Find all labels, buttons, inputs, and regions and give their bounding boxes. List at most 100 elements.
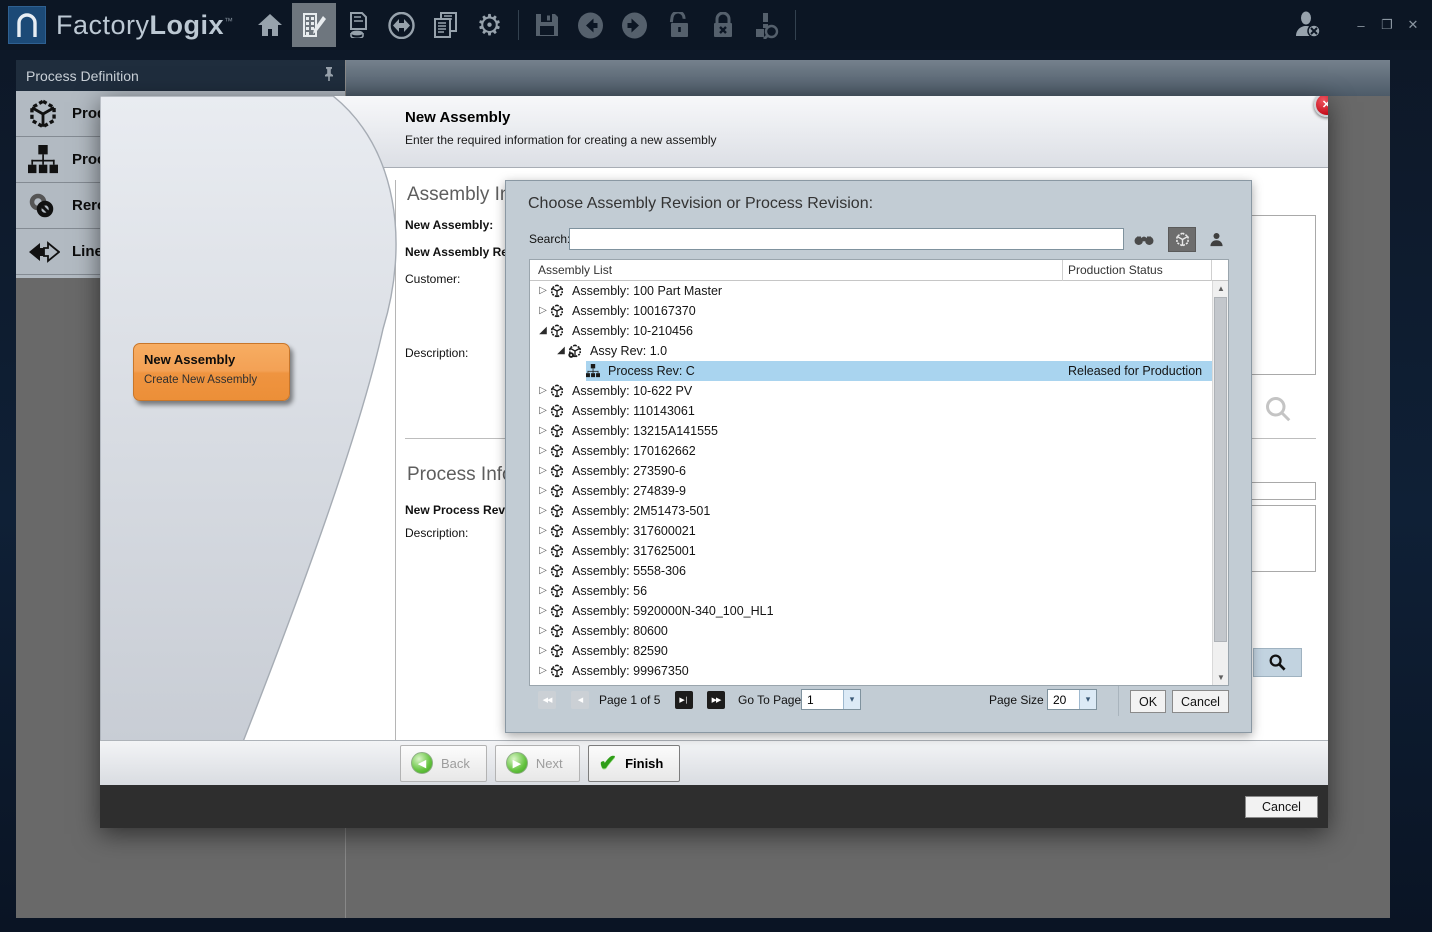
expander-collapsed-icon[interactable]: ▷ [536, 401, 550, 421]
prev-page-button[interactable]: ◀ [571, 691, 589, 709]
expander-collapsed-icon[interactable]: ▷ [536, 481, 550, 501]
expander-collapsed-icon[interactable]: ▷ [536, 521, 550, 541]
tree-row[interactable]: ▷ Assembly: 80600 [530, 621, 1212, 641]
tree-row[interactable]: ◢Assy Rev: 1.0 [530, 341, 1212, 361]
tooltip-body: Create New Assembly [144, 374, 279, 386]
new-assembly-dialog: Assembly Information New Assembly: New A… [100, 96, 1328, 828]
goto-page-select[interactable]: 1▾ [801, 689, 861, 710]
tree-row[interactable]: ▷Assembly: 110143061 [530, 401, 1212, 421]
close-button[interactable]: ✕ [1400, 17, 1426, 33]
col-production-status[interactable]: Production Status [1068, 263, 1163, 277]
audit-search-icon[interactable] [745, 3, 789, 47]
expander-collapsed-icon[interactable]: ▷ [536, 501, 550, 521]
tree-row-label: Assembly: 80600 [572, 624, 668, 638]
tree-row[interactable]: ▷ Assembly: 13215A141555 [530, 421, 1212, 441]
wizard-title: New Assembly [405, 109, 510, 126]
expander-collapsed-icon[interactable]: ▷ [536, 281, 550, 301]
factorylogix-logo [8, 6, 46, 44]
assembly-cube-icon [550, 584, 567, 598]
scrollbar[interactable]: ▲ ▼ [1212, 281, 1228, 685]
picker-cancel-button[interactable]: Cancel [1172, 690, 1229, 713]
tree-row[interactable]: ▷Assembly: 5920000N-340_100_HL1 [530, 601, 1212, 621]
tree-row[interactable]: ▷Assembly: 56 [530, 581, 1212, 601]
dialog-cancel-button[interactable]: Cancel [1245, 796, 1318, 818]
content-header-band [346, 60, 1390, 96]
tree-row[interactable]: ▷ Assembly: 5558-306 [530, 561, 1212, 581]
settings-gear-icon[interactable]: ⚙ [468, 3, 512, 47]
tree-row[interactable]: ▷ Assembly: 273590-6 [530, 461, 1212, 481]
unlock-icon[interactable] [657, 3, 701, 47]
import-document-icon[interactable] [336, 3, 380, 47]
back-button[interactable]: ◀ Back [400, 745, 487, 782]
home-icon[interactable] [248, 3, 292, 47]
minimize-button[interactable]: – [1348, 18, 1374, 33]
edit-definitions-icon[interactable] [292, 3, 336, 47]
tree-row[interactable]: ▷Assembly: 2M51473-501 [530, 501, 1212, 521]
expander-collapsed-icon[interactable]: ▷ [536, 381, 550, 401]
save-icon[interactable] [525, 3, 569, 47]
tree-row[interactable]: ▷Assembly: 274839-9 [530, 481, 1212, 501]
sync-icon[interactable] [380, 3, 424, 47]
col-assembly-list[interactable]: Assembly List [538, 263, 612, 277]
expander-collapsed-icon[interactable]: ▷ [536, 461, 550, 481]
choose-revision-dialog: Choose Assembly Revision or Process Revi… [505, 180, 1252, 733]
tree-row-label: Assembly: 170162662 [572, 444, 696, 458]
tree-row-label: Assembly: 100 Part Master [572, 284, 722, 298]
copy-pages-icon[interactable] [424, 3, 468, 47]
last-page-button[interactable]: ▶▶ [707, 691, 725, 709]
search-input[interactable] [569, 228, 1124, 250]
person-filter-icon[interactable] [1203, 227, 1229, 252]
tree-row[interactable]: ▷Assembly: 100167370 [530, 301, 1212, 321]
maximize-button[interactable]: ❐ [1374, 17, 1400, 33]
assembly-cube-icon [550, 304, 567, 318]
tree-row[interactable]: ▷Assembly: 10-622 PV [530, 381, 1212, 401]
expander-collapsed-icon[interactable]: ▷ [536, 641, 550, 661]
tree-row[interactable]: ▷Assembly: 317600021 [530, 521, 1212, 541]
ok-button[interactable]: OK [1130, 690, 1166, 713]
expander-expanded-icon[interactable]: ◢ [536, 321, 550, 341]
tree-row[interactable]: ▷ Assembly: 100 Part Master [530, 281, 1212, 301]
tree-row-label: Assembly: 273590-6 [572, 464, 686, 478]
tree-row[interactable]: ▷ Assembly: 170162662 [530, 441, 1212, 461]
scroll-up-icon[interactable]: ▲ [1213, 281, 1229, 296]
binoculars-filter-icon[interactable] [1131, 227, 1157, 252]
assembly-filter-icon[interactable] [1168, 227, 1196, 252]
expander-collapsed-icon[interactable]: ▷ [536, 441, 550, 461]
assembly-cube-icon [550, 604, 567, 618]
expander-collapsed-icon[interactable]: ▷ [536, 421, 550, 441]
tree-row[interactable]: ▷Assembly: 317625001 [530, 541, 1212, 561]
tree-row-label: Assembly: 13215A141555 [572, 424, 718, 438]
user-logout-icon[interactable] [1286, 3, 1330, 47]
pin-icon[interactable] [323, 67, 335, 84]
toolbar-separator [795, 10, 796, 40]
tree-row[interactable]: ▷Assembly: 82590 [530, 641, 1212, 661]
page-size-select[interactable]: 20▾ [1047, 689, 1097, 710]
search-button[interactable] [1253, 648, 1302, 677]
tree-row[interactable]: ◢Assembly: 10-210456 [530, 321, 1212, 341]
chevron-down-icon: ▾ [1079, 690, 1096, 709]
forward-icon[interactable] [613, 3, 657, 47]
expander-expanded-icon[interactable]: ◢ [554, 341, 568, 361]
expander-collapsed-icon[interactable]: ▷ [536, 561, 550, 581]
expander-collapsed-icon[interactable]: ▷ [536, 621, 550, 641]
search-label: Search: [529, 232, 570, 246]
expander-collapsed-icon[interactable]: ▷ [536, 581, 550, 601]
next-button[interactable]: ▶ Next [495, 745, 580, 782]
finish-button[interactable]: ✔ Finish [588, 745, 681, 782]
tree-row-label: Assembly: 5558-306 [572, 564, 686, 578]
expander-collapsed-icon[interactable]: ▷ [536, 661, 550, 681]
first-page-button[interactable]: ◀◀ [538, 691, 556, 709]
expander-collapsed-icon[interactable]: ▷ [536, 541, 550, 561]
scroll-thumb[interactable] [1214, 297, 1227, 642]
back-icon[interactable] [569, 3, 613, 47]
tree-row-selected[interactable]: Process Rev: CReleased for Production [530, 361, 1212, 381]
assembly-cube-icon [550, 464, 567, 478]
scroll-down-icon[interactable]: ▼ [1213, 670, 1229, 685]
tree-row[interactable]: ▷Assembly: 99967350 [530, 661, 1212, 681]
lock-cancel-icon[interactable] [701, 3, 745, 47]
next-page-button[interactable]: ▶❘ [675, 691, 693, 709]
brand-text: FactoryLogix™ [56, 10, 234, 41]
expander-collapsed-icon[interactable]: ▷ [536, 301, 550, 321]
expander-collapsed-icon[interactable]: ▷ [536, 601, 550, 621]
wizard-header [100, 96, 1328, 168]
